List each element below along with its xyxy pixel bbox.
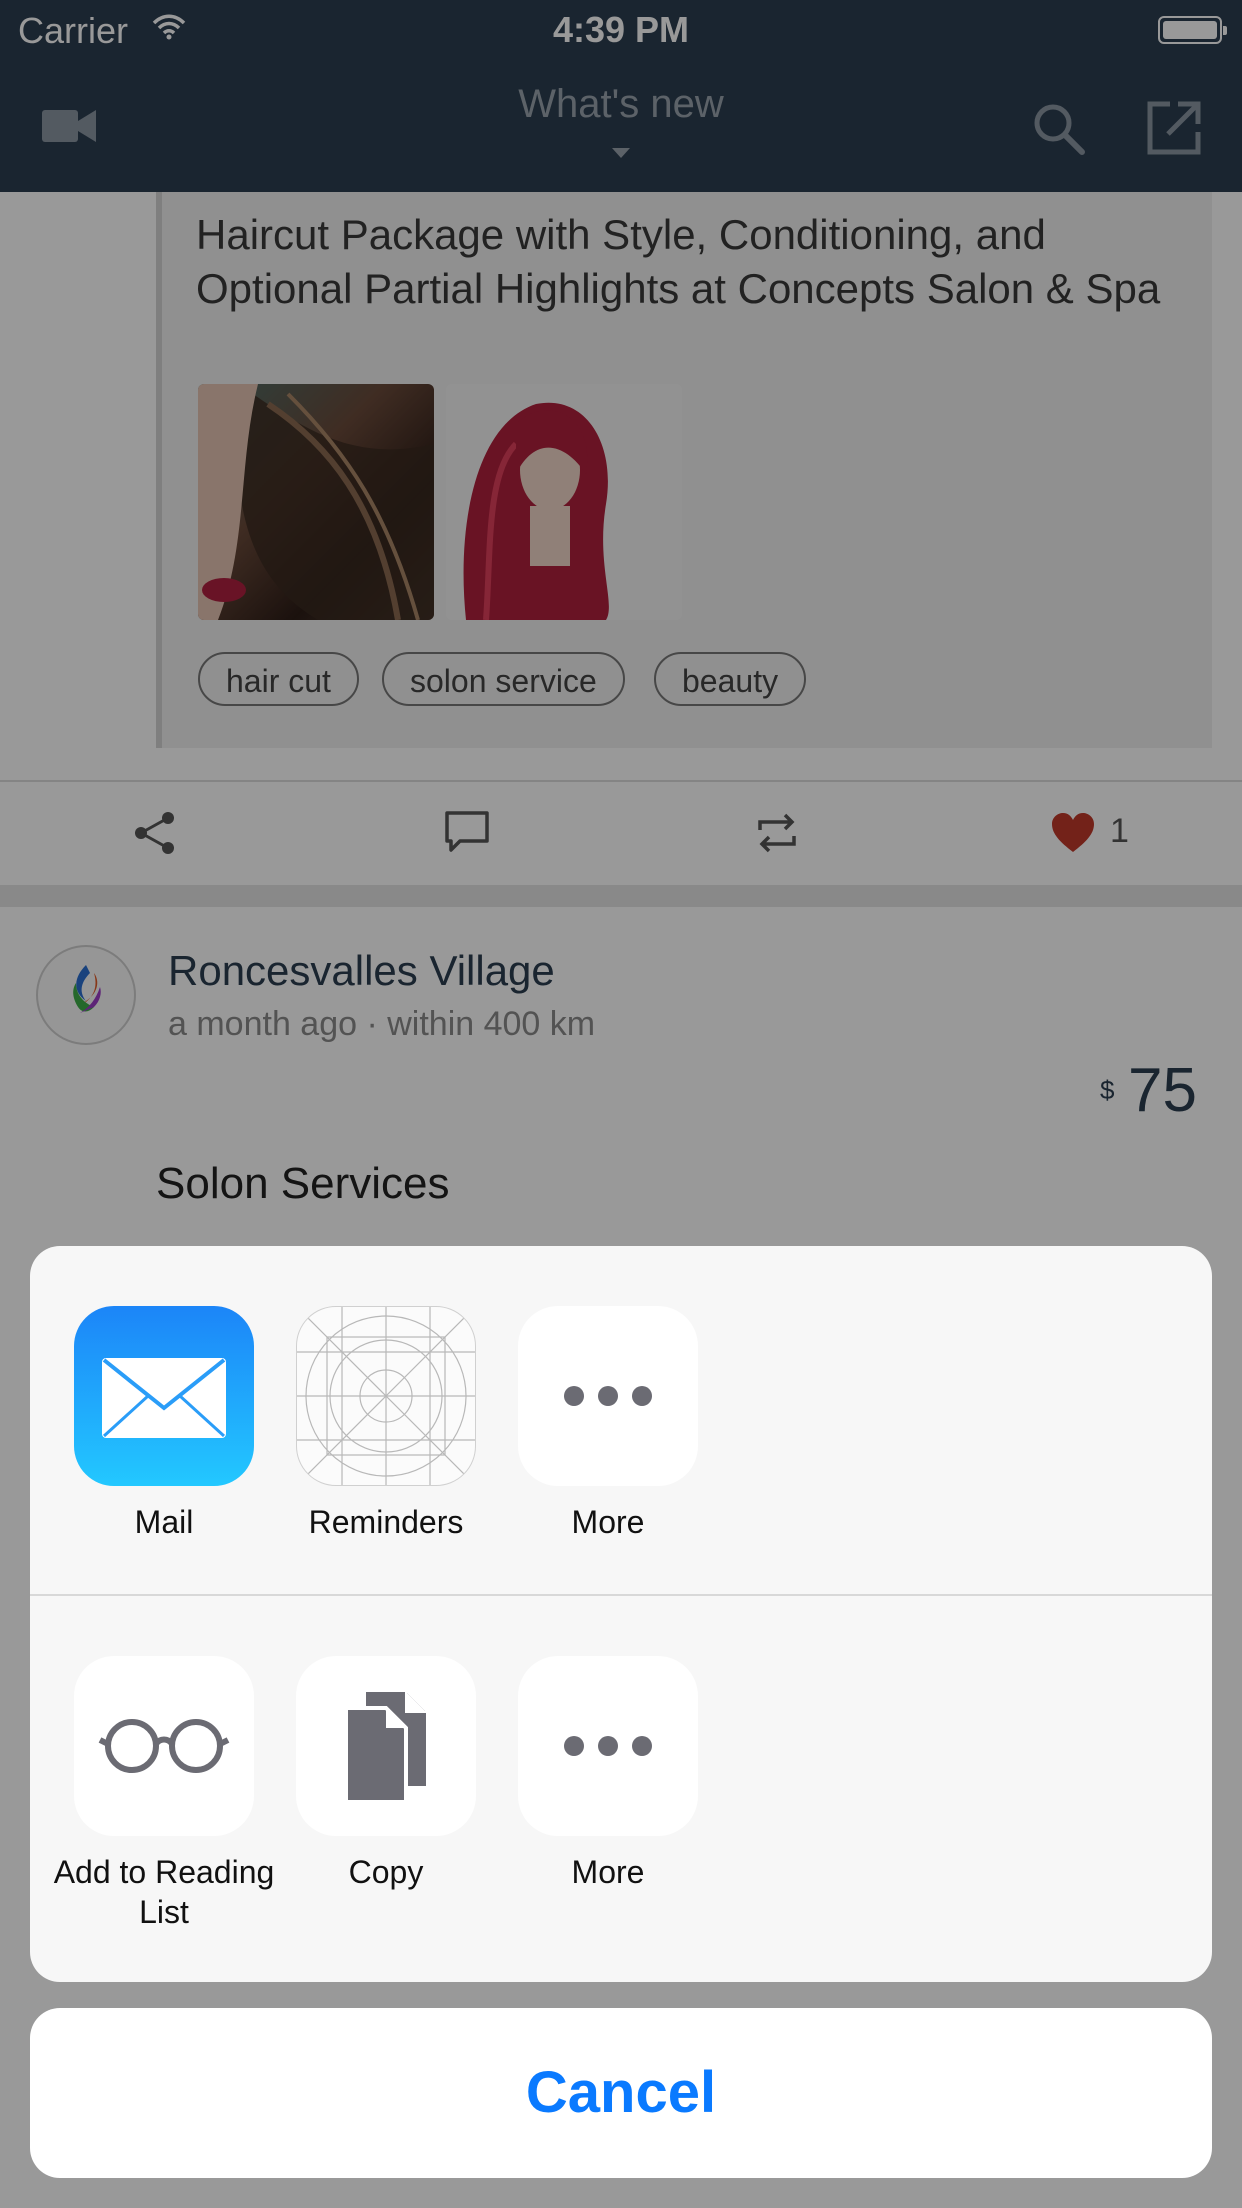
more-icon[interactable]	[518, 1656, 698, 1836]
glasses-icon[interactable]	[74, 1656, 254, 1836]
share-action-label: More	[571, 1854, 645, 1890]
divider	[30, 1594, 1212, 1596]
cancel-button[interactable]: Cancel	[30, 2008, 1212, 2178]
copy-icon[interactable]	[296, 1656, 476, 1836]
share-app-label: Reminders	[308, 1504, 464, 1540]
share-app-label: More	[571, 1504, 645, 1540]
more-icon[interactable]	[518, 1306, 698, 1486]
mail-icon[interactable]	[74, 1306, 254, 1486]
reminders-icon[interactable]	[296, 1306, 476, 1486]
share-action-label: Copy	[348, 1854, 424, 1890]
share-action-label: Add to Reading List	[53, 1854, 275, 1930]
share-app-label: Mail	[134, 1504, 194, 1540]
share-sheet: Mail Reminders More Add to Reading List …	[30, 1246, 1212, 1982]
